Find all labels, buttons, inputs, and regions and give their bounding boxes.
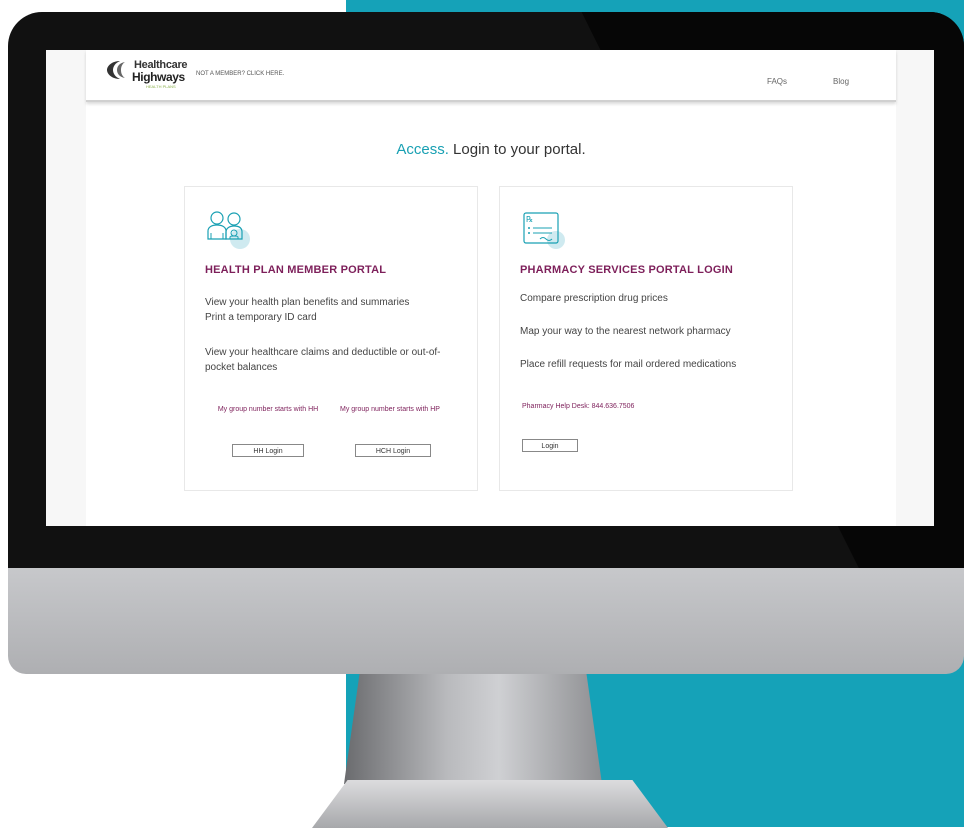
headline-rest: Login to your portal. (448, 141, 586, 158)
pharmacy-line-compare: Compare prescription drug prices (520, 293, 668, 304)
hh-login-button[interactable]: HH Login (232, 444, 304, 457)
hh-group-note: My group number starts with HH (217, 406, 319, 413)
nav-blog-link[interactable]: Blog (833, 77, 849, 86)
member-portal-card: HEALTH PLAN MEMBER PORTAL View your heal… (184, 186, 478, 491)
healthcare-highways-logo[interactable]: Healthcare Highways HEALTH PLANS (106, 56, 188, 90)
pharmacy-login-button[interactable]: Login (522, 439, 578, 452)
member-line-benefits: View your health plan benefits and summa… (205, 297, 410, 308)
hch-login-button[interactable]: HCH Login (355, 444, 431, 457)
svg-text:℞: ℞ (526, 215, 533, 224)
pharmacy-line-refill: Place refill requests for mail ordered m… (520, 359, 737, 370)
nav-faqs-link[interactable]: FAQs (767, 77, 787, 86)
road-swoosh-icon (107, 61, 125, 79)
monitor-stand-base (312, 780, 668, 828)
prescription-icon: ℞ (523, 212, 565, 249)
member-card-title: HEALTH PLAN MEMBER PORTAL (205, 264, 387, 276)
pharmacy-help-desk: Pharmacy Help Desk: 844.636.7506 (522, 403, 635, 410)
monitor-chin (8, 568, 964, 674)
not-a-member-link[interactable]: NOT A MEMBER? CLICK HERE. (196, 71, 284, 77)
hp-group-note: My group number starts with HP (340, 406, 440, 413)
pharmacy-portal-card: ℞ PHARMACY SERVICES PORTAL LOGIN Compare… (499, 186, 793, 491)
headline-accent: Access. (396, 141, 449, 158)
family-icon (207, 211, 250, 249)
logo-text-line3: HEALTH PLANS (146, 84, 176, 89)
logo-text-line2: Highways (132, 70, 185, 84)
top-navbar: Healthcare Highways HEALTH PLANS NOT A M… (86, 50, 896, 102)
monitor-screen: Healthcare Highways HEALTH PLANS NOT A M… (46, 50, 934, 526)
member-line-id-card: Print a temporary ID card (205, 312, 317, 323)
web-page: Healthcare Highways HEALTH PLANS NOT A M… (86, 50, 896, 526)
pharmacy-line-map: Map your way to the nearest network phar… (520, 326, 731, 337)
page-headline: Access. Login to your portal. (86, 141, 896, 158)
pharmacy-card-title: PHARMACY SERVICES PORTAL LOGIN (520, 264, 733, 276)
monitor-stand-neck (344, 674, 602, 784)
member-line-claims: View your healthcare claims and deductib… (205, 347, 441, 373)
